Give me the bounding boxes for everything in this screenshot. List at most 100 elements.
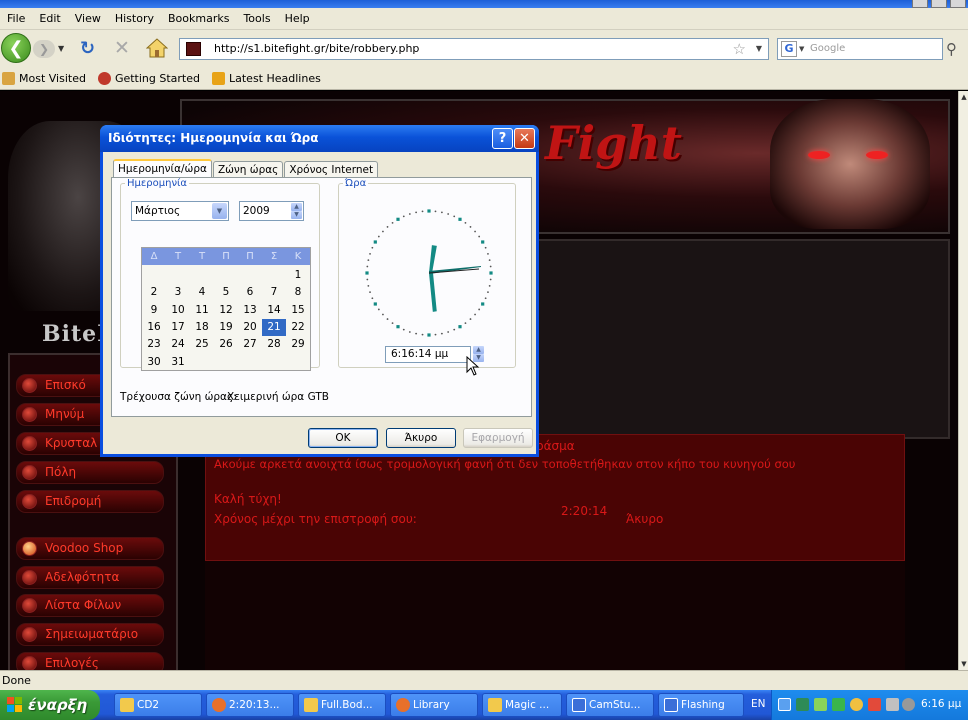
- calendar-day[interactable]: 30: [142, 354, 166, 371]
- nav-clan[interactable]: Αδελφότητα: [16, 566, 164, 589]
- calendar-day[interactable]: 17: [166, 319, 190, 336]
- nav-voodoo-shop[interactable]: Voodoo Shop: [16, 537, 164, 560]
- menu-tools[interactable]: Tools: [236, 12, 277, 25]
- calendar-day[interactable]: 29: [286, 336, 310, 353]
- url-dropdown-icon[interactable]: ▼: [756, 44, 762, 53]
- calendar-day[interactable]: 16: [142, 319, 166, 336]
- calendar-day[interactable]: 24: [166, 336, 190, 353]
- start-button[interactable]: έναρξη: [0, 690, 100, 720]
- scroll-down-icon[interactable]: ▼: [959, 658, 968, 670]
- dialog-close-button[interactable]: ✕: [514, 128, 535, 149]
- calendar-day[interactable]: 4: [190, 284, 214, 301]
- calendar-day[interactable]: 6: [238, 284, 262, 301]
- forward-button[interactable]: ❯: [33, 40, 55, 58]
- calendar-day[interactable]: 11: [190, 302, 214, 319]
- calendar-day[interactable]: 23: [142, 336, 166, 353]
- language-indicator[interactable]: EN: [751, 698, 766, 710]
- time-input[interactable]: 6:16:14 μμ ▲ ▼: [385, 346, 484, 363]
- calendar-day[interactable]: 1: [286, 267, 310, 284]
- minimize-button[interactable]: [912, 0, 928, 8]
- task-camstudio[interactable]: CamStu...: [566, 693, 654, 717]
- calendar-day[interactable]: 5: [214, 284, 238, 301]
- media-icon[interactable]: [902, 698, 915, 711]
- calendar-day[interactable]: 9: [142, 302, 166, 319]
- network-icon[interactable]: [796, 698, 809, 711]
- spin-up-icon[interactable]: ▲: [473, 346, 484, 354]
- volume-icon[interactable]: [886, 698, 899, 711]
- menu-help[interactable]: Help: [278, 12, 317, 25]
- calendar-day[interactable]: 7: [262, 284, 286, 301]
- url-bar[interactable]: http://s1.bitefight.gr/bite/robbery.php …: [179, 38, 769, 60]
- calendar-day[interactable]: 15: [286, 302, 310, 319]
- menu-bookmarks[interactable]: Bookmarks: [161, 12, 236, 25]
- cancel-button[interactable]: Άκυρο: [386, 428, 456, 448]
- history-dropdown-icon[interactable]: ▼: [58, 44, 64, 53]
- update-icon[interactable]: [850, 698, 863, 711]
- scroll-up-icon[interactable]: ▲: [959, 91, 968, 103]
- calendar-day[interactable]: 27: [238, 336, 262, 353]
- stop-icon[interactable]: ✕: [114, 37, 130, 59]
- calendar-day[interactable]: 19: [214, 319, 238, 336]
- calendar-day-selected[interactable]: 21: [262, 318, 286, 336]
- menu-file[interactable]: File: [0, 12, 32, 25]
- calendar-day[interactable]: 18: [190, 319, 214, 336]
- security-icon[interactable]: [832, 698, 845, 711]
- reload-icon[interactable]: ↻: [80, 38, 95, 59]
- calendar-day[interactable]: 26: [214, 336, 238, 353]
- calendar-day[interactable]: 22: [286, 319, 310, 336]
- task-library[interactable]: Library: [390, 693, 478, 717]
- calendar-day[interactable]: 31: [166, 354, 190, 371]
- close-window-button[interactable]: [950, 0, 966, 8]
- menu-view[interactable]: View: [68, 12, 108, 25]
- antivirus-icon[interactable]: [868, 698, 881, 711]
- tab-time-zone[interactable]: Ζώνη ώρας: [212, 161, 284, 178]
- tab-date-time[interactable]: Ημερομηνία/ώρα: [113, 159, 212, 178]
- task-full-body[interactable]: Full.Bod...: [298, 693, 386, 717]
- dialog-title-bar[interactable]: Ιδιότητες: Ημερομηνία και Ώρα ? ✕: [100, 125, 539, 152]
- task-magic[interactable]: Magic ...: [482, 693, 562, 717]
- menu-history[interactable]: History: [108, 12, 161, 25]
- nav-notepad[interactable]: Σημειωματάριο: [16, 623, 164, 646]
- bookmark-most-visited[interactable]: Most Visited: [2, 72, 86, 85]
- engine-dropdown-icon[interactable]: ▼: [799, 45, 804, 53]
- spin-up-icon[interactable]: ▲: [291, 203, 302, 211]
- maximize-button[interactable]: [931, 0, 947, 8]
- bookmark-star-icon[interactable]: ☆: [733, 40, 746, 58]
- nav-friend-list[interactable]: Λίστα Φίλων: [16, 594, 164, 617]
- calendar-day[interactable]: 28: [262, 336, 286, 353]
- calendar-day[interactable]: 20: [238, 319, 262, 336]
- home-icon[interactable]: [146, 38, 168, 58]
- calendar-day[interactable]: 8: [286, 284, 310, 301]
- page-scrollbar[interactable]: ▲ ▼: [958, 91, 968, 670]
- calendar-day[interactable]: 14: [262, 302, 286, 319]
- spin-down-icon[interactable]: ▼: [291, 211, 302, 219]
- month-calendar[interactable]: Δ Τ Τ Π Π Σ Κ 1 2 3 4 5 6 7 8 9 10 11 12 13 14 15 16 17 1…: [141, 247, 311, 371]
- help-button[interactable]: ?: [492, 128, 513, 149]
- search-bar[interactable]: G ▼ Google: [777, 38, 943, 60]
- calendar-day[interactable]: 3: [166, 284, 190, 301]
- nav-robbery[interactable]: Επιδρομή: [16, 490, 164, 513]
- year-spin[interactable]: ▲ ▼: [291, 203, 302, 219]
- tray-clock[interactable]: 6:16 μμ: [921, 698, 961, 710]
- task-flashing[interactable]: Flashing: [658, 693, 744, 717]
- chevron-down-icon[interactable]: ▼: [212, 203, 227, 219]
- ok-button[interactable]: OK: [308, 428, 378, 448]
- calendar-day[interactable]: 13: [238, 302, 262, 319]
- back-button[interactable]: ❮: [1, 33, 31, 63]
- task-cd2[interactable]: CD2: [114, 693, 202, 717]
- month-select[interactable]: Μάρτιος ▼: [131, 201, 229, 221]
- nav-city[interactable]: Πόλη: [16, 461, 164, 484]
- calendar-day[interactable]: 25: [190, 336, 214, 353]
- year-stepper[interactable]: 2009 ▲ ▼: [239, 201, 304, 221]
- panel-cancel-link[interactable]: Άκυρο: [626, 512, 663, 526]
- bookmark-latest-headlines[interactable]: Latest Headlines: [212, 72, 321, 85]
- tab-internet-time[interactable]: Χρόνος Internet: [284, 161, 379, 178]
- search-magnifier-icon[interactable]: ⚲: [946, 40, 957, 58]
- nav-options[interactable]: Επιλογές: [16, 652, 164, 670]
- bookmark-getting-started[interactable]: Getting Started: [97, 72, 200, 85]
- task-firefox-timer[interactable]: 2:20:13...: [206, 693, 294, 717]
- menu-edit[interactable]: Edit: [32, 12, 67, 25]
- calendar-day[interactable]: 2: [142, 284, 166, 301]
- apply-button[interactable]: Εφαρμογή: [463, 428, 533, 448]
- bluetooth-icon[interactable]: [778, 698, 791, 711]
